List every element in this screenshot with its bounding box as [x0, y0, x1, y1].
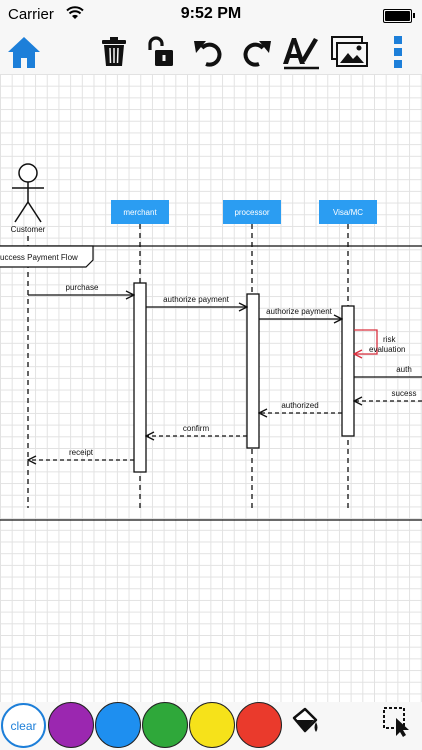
swatch-purple[interactable]: [48, 702, 94, 748]
frame-label: success Payment Flow: [0, 253, 78, 262]
clear-button[interactable]: clear: [1, 703, 46, 748]
participant-visa-mc[interactable]: Visa/MC: [319, 200, 377, 224]
text-pen-icon[interactable]: [281, 30, 321, 74]
participant-label: Visa/MC: [333, 208, 363, 217]
message-auth[interactable]: auth: [354, 365, 422, 378]
risk-label: risk evaluation: [369, 335, 405, 354]
svg-text:sucess: sucess: [392, 389, 417, 398]
svg-text:confirm: confirm: [183, 424, 210, 433]
participant-merchant[interactable]: merchant: [111, 200, 169, 224]
message-risk-evaluation[interactable]: risk evaluation: [354, 329, 405, 354]
swatch-green[interactable]: [142, 702, 188, 748]
status-bar: Carrier 9:52 PM: [0, 0, 422, 30]
message-purchase[interactable]: purchase: [28, 283, 134, 295]
sequence-diagram: Customer merchant processor Visa/MC succ…: [0, 163, 422, 521]
message-authorize-payment-2[interactable]: authorize payment: [259, 307, 342, 319]
color-palette: clear: [0, 702, 422, 750]
svg-text:receipt: receipt: [69, 448, 94, 457]
select-cursor-icon[interactable]: [382, 706, 412, 743]
svg-text:authorized: authorized: [281, 401, 318, 410]
message-authorize-payment-1[interactable]: authorize payment: [146, 295, 247, 307]
svg-text:purchase: purchase: [66, 283, 99, 292]
svg-text:authorize payment: authorize payment: [163, 295, 230, 304]
swatch-yellow[interactable]: [189, 702, 235, 748]
swatch-blue[interactable]: [95, 702, 141, 748]
undo-icon[interactable]: [188, 30, 228, 74]
message-receipt[interactable]: receipt: [28, 448, 134, 460]
clock: 9:52 PM: [180, 5, 242, 22]
paint-bucket-icon[interactable]: [290, 706, 320, 741]
message-confirm[interactable]: confirm: [146, 424, 247, 436]
svg-text:authorize payment: authorize payment: [266, 307, 333, 316]
more-icon[interactable]: [378, 30, 418, 74]
drawing-canvas[interactable]: Customer merchant processor Visa/MC succ…: [0, 74, 422, 702]
svg-text:auth: auth: [396, 365, 412, 374]
actor-label: Customer: [11, 225, 46, 234]
message-sucess[interactable]: sucess: [354, 389, 422, 401]
redo-icon[interactable]: [237, 30, 277, 74]
message-authorized[interactable]: authorized: [259, 401, 342, 413]
participant-label: processor: [234, 208, 269, 217]
actor-customer[interactable]: Customer: [11, 163, 46, 234]
frame-success-payment-flow[interactable]: success Payment Flow: [0, 245, 422, 521]
home-icon[interactable]: [4, 30, 44, 74]
swatch-red[interactable]: [236, 702, 282, 748]
toolbar: [0, 30, 422, 74]
trash-icon[interactable]: [94, 30, 134, 74]
image-icon[interactable]: [330, 30, 370, 74]
participant-label: merchant: [123, 208, 157, 217]
participant-processor[interactable]: processor: [223, 200, 281, 224]
battery-icon: [383, 9, 415, 23]
unlock-icon[interactable]: [140, 30, 180, 74]
